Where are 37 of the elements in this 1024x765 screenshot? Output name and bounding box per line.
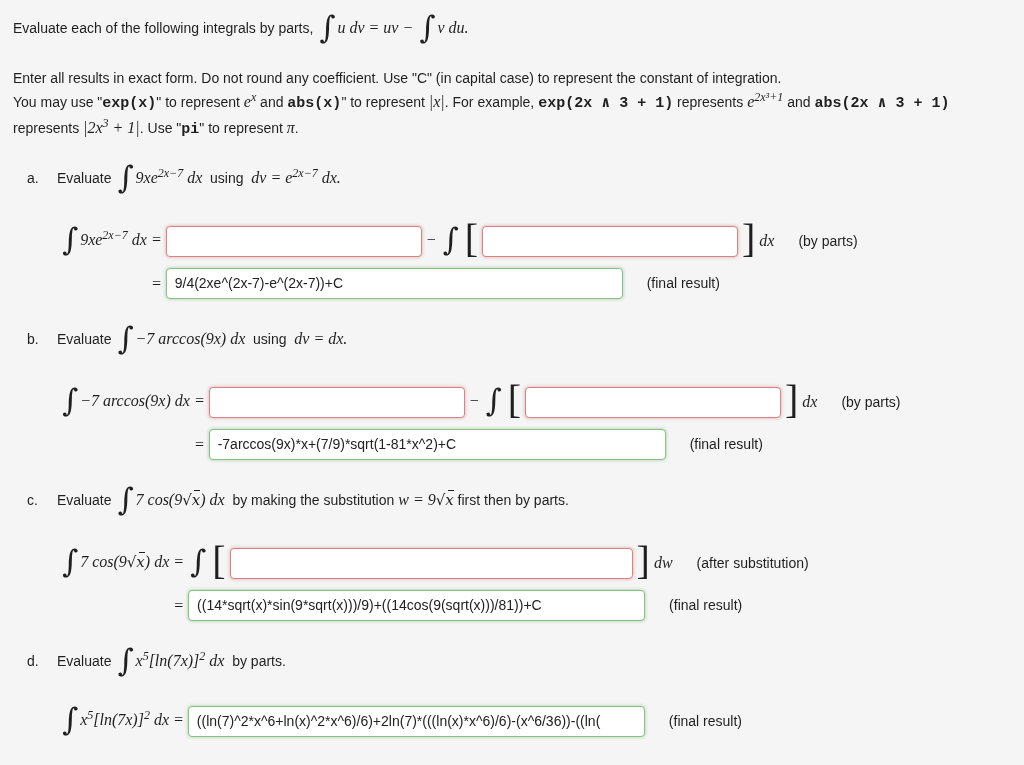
hint-text: (final result) (669, 596, 743, 615)
math-expression: dw (653, 553, 673, 573)
answer-field[interactable]: ((ln(7)^2*x^6+ln(x)^2*x^6)/6)+2ln(7)*(((ln(x)*x^6)/6)-(x^6/36))-((ln( (187, 706, 645, 737)
answer-field[interactable] (165, 225, 422, 257)
answer-field[interactable]: -7arccos(9x)*x+(7/9)*sqrt(1-81*x^2)+C (208, 429, 666, 460)
part-label: a. (27, 168, 40, 188)
math-expression: dx (759, 231, 775, 251)
math-expression: − ∫ (425, 227, 460, 255)
hint-text: (final result) (646, 274, 720, 293)
instruction-text: You may use "exp(x)" to represent e$^{x}$ and abs(x)" to represent |x|. For example, exp(2x ∧ 3 + 1) represents e$^{2x³+1}$ and abs(2x ∧ 3 + 1) represents |2x$^{3}$ + 1|. Use "pi" to represent π. (13, 90, 951, 140)
math-expression: − ∫ (468, 388, 503, 416)
math-bracket: ] (636, 541, 650, 581)
part-label: d. (27, 651, 40, 671)
hint-text: (by parts) (841, 392, 901, 412)
math-expression: dx (802, 392, 818, 412)
hint-text: (by parts) (798, 231, 858, 251)
answer-field[interactable] (229, 547, 633, 579)
math-bracket: [ (212, 541, 226, 581)
equals-sign: = (173, 595, 185, 616)
answer-field[interactable]: 9/4(2xe^(2x-7)-e^(2x-7))+C (165, 268, 623, 299)
instruction-text: Enter all results in exact form. Do not round any coefficient. Use "C" (in capital case) to represent the constant of integration. (13, 69, 783, 88)
math-bracket: ] (784, 380, 799, 420)
equals-sign: = (150, 273, 162, 294)
hint-text: (final result) (689, 435, 763, 454)
math-bracket: ] (742, 219, 756, 259)
math-expression: ∫ (189, 549, 208, 577)
answer-field[interactable] (482, 225, 738, 257)
answer-field[interactable]: ((14*sqrt(x)*sin(9*sqrt(x)))/9)+((14cos(9(sqrt(x)))/81))+C (188, 590, 646, 621)
answer-field[interactable] (208, 386, 465, 418)
hint-text: (final result) (668, 712, 742, 731)
part-label: c. (27, 490, 39, 510)
math-bracket: [ (507, 380, 521, 420)
hint-text: (after substitution) (696, 553, 809, 573)
part-label: b. (27, 329, 40, 349)
equals-sign: = (193, 434, 205, 455)
math-bracket: [ (464, 219, 478, 259)
answer-field[interactable] (524, 386, 781, 418)
